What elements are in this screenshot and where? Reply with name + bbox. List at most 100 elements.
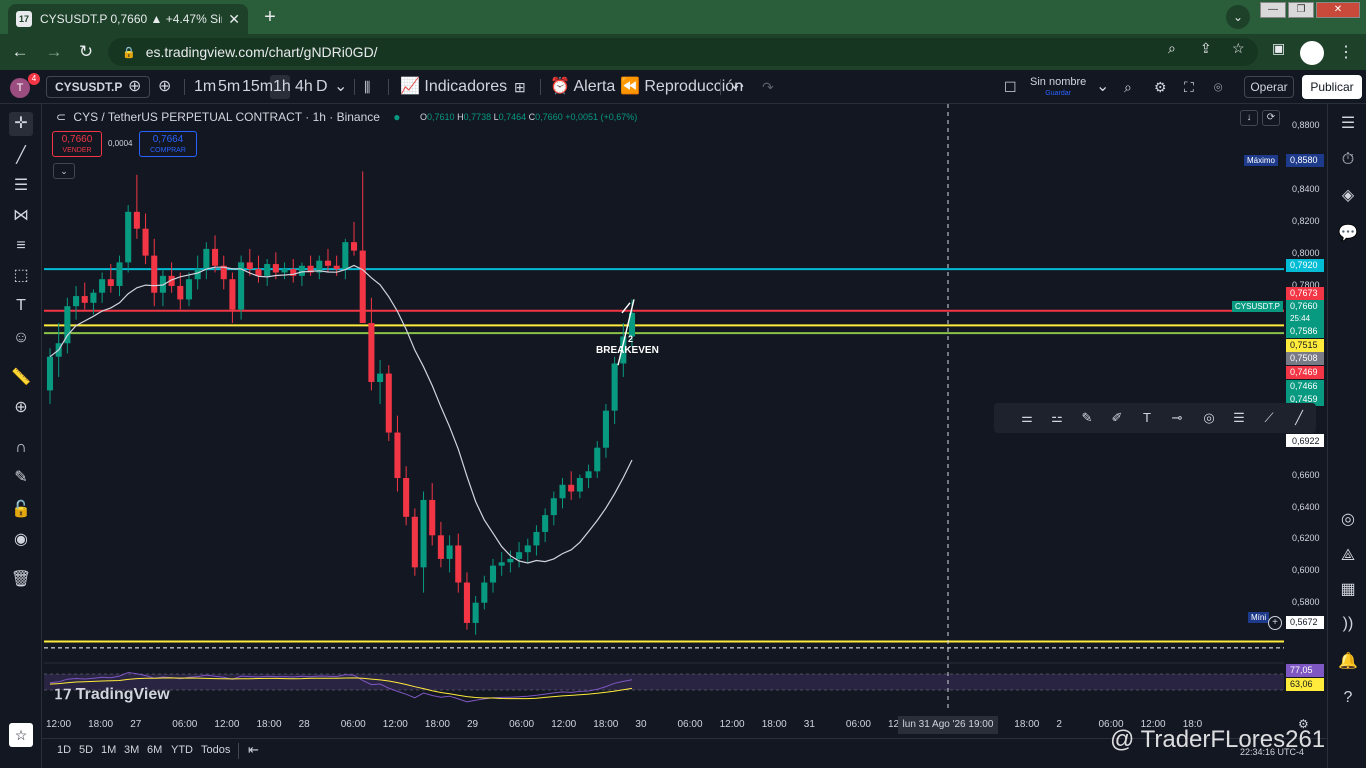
time-tick: 18:00 <box>593 719 619 730</box>
candle-body <box>264 264 271 276</box>
pattern-icon[interactable]: ⋈ <box>9 204 33 228</box>
pencil-icon[interactable]: ✎ <box>1076 407 1098 429</box>
lock-drawings-icon[interactable]: 🔓 <box>9 498 33 522</box>
layers-icon[interactable]: ◈ <box>1336 184 1360 208</box>
price-label: 0,7508 <box>1286 352 1324 365</box>
oscillator-signal-value: 63,06 <box>1286 678 1324 691</box>
broadcast-icon[interactable]: )) <box>1336 612 1360 636</box>
min-label: Míni <box>1248 612 1270 623</box>
time-tick: 12:00 <box>719 719 745 730</box>
change-value: +0,0051 (+0,67%) <box>565 112 638 122</box>
candle-body <box>472 602 479 623</box>
eye-icon[interactable]: ◉ <box>9 528 33 552</box>
candle-body <box>350 242 358 251</box>
time-tick: 30 <box>635 719 647 730</box>
date-range-icon[interactable]: ⇤ <box>248 742 259 758</box>
tv-logo-icon: 𝟣𝟩 <box>54 686 76 702</box>
range-6M[interactable]: 6M <box>147 744 162 756</box>
price-tick: 0,6400 <box>1292 502 1320 512</box>
chart-legend-title[interactable]: ⊂ CYS / TetherUS PERPETUAL CONTRACT · 1h… <box>56 110 401 124</box>
candle-body <box>550 498 557 516</box>
ideas-icon[interactable]: ⟁ <box>1336 544 1360 568</box>
calendar-icon[interactable]: ▦ <box>1336 578 1360 602</box>
candle-body <box>81 296 88 303</box>
reset-chart-icon[interactable]: ⟳ <box>1262 110 1280 126</box>
drawing-tools-sidebar: ✛ ╱ ☰ ⋈ ≡ ⬚ T ☺ 📏 ⊕ ∩ ✎ 🔓 ◉ 🗑 <box>0 104 42 768</box>
sell-button[interactable]: 0,7660 VENDER <box>52 131 102 157</box>
range-3M[interactable]: 3M <box>124 744 139 756</box>
price-tick: 0,6000 <box>1292 565 1320 575</box>
price-label: 0,7466 <box>1286 380 1324 393</box>
ruler-icon[interactable]: 📏 <box>9 366 33 390</box>
legend-collapse-icon[interactable]: ⊂ <box>56 110 66 124</box>
trash-icon[interactable]: 🗑 <box>9 568 33 592</box>
price-tick: 0,8200 <box>1292 216 1320 226</box>
crosshair-icon[interactable]: ✛ <box>9 112 33 136</box>
candle-body <box>446 545 453 559</box>
target-circle-icon[interactable]: ◎ <box>1198 407 1220 429</box>
time-tick: 2 <box>1056 719 1062 730</box>
bar-countdown: 25:44 <box>1286 312 1324 325</box>
text-icon[interactable]: T <box>1136 407 1158 429</box>
time-tick: 18:00 <box>424 719 450 730</box>
text-tool-icon[interactable]: T <box>9 294 33 318</box>
line-endpoint-icon[interactable]: ⊸ <box>1166 407 1188 429</box>
range-1D[interactable]: 1D <box>57 744 71 756</box>
watermark: @ TraderFLores261 <box>1110 726 1326 753</box>
candle-body <box>611 363 618 411</box>
range-5D[interactable]: 5D <box>79 744 93 756</box>
brush-icon[interactable]: ✐ <box>1106 407 1128 429</box>
shape-icon[interactable]: ⬚ <box>9 264 33 288</box>
lines-menu-icon[interactable]: ☰ <box>1228 407 1250 429</box>
magnet-icon[interactable]: ∩ <box>9 436 33 460</box>
candle-body <box>359 250 366 324</box>
candle-body <box>333 265 340 270</box>
candle-body <box>203 248 210 270</box>
alerts-clock-icon[interactable]: ⏱ <box>1336 148 1360 172</box>
favorites-star-icon[interactable]: ☆ <box>9 723 33 747</box>
candle-body <box>507 558 514 563</box>
candle-body <box>324 260 332 266</box>
line-style-icon[interactable]: ⚍ <box>1046 407 1068 429</box>
buy-button[interactable]: 0,7664 COMPRAR <box>139 131 197 157</box>
price-label: 0,7586 <box>1286 325 1324 338</box>
price-tick: 0,8000 <box>1292 248 1320 258</box>
chat-icon[interactable]: 💬 <box>1336 222 1360 246</box>
candle-body <box>576 478 583 492</box>
candle-body <box>481 582 488 603</box>
range-1M[interactable]: 1M <box>101 744 116 756</box>
zoom-in-icon[interactable]: ⊕ <box>9 396 33 420</box>
candle-body <box>342 242 349 270</box>
candle-body <box>298 265 305 276</box>
trendline-icon[interactable]: ╱ <box>1288 407 1310 429</box>
buy-price: 0,7664 <box>152 134 184 145</box>
symbol-description: CYS / TetherUS PERPETUAL CONTRACT · 1h ·… <box>73 110 380 124</box>
tradingview-logo: 𝟣𝟩 TradingView <box>54 686 170 704</box>
price-tick: 0,6200 <box>1292 533 1320 543</box>
pencil-lock-icon[interactable]: ✎ <box>9 466 33 490</box>
candle-body <box>229 279 236 310</box>
price-tick: 0,5800 <box>1292 597 1320 607</box>
range-YTD[interactable]: YTD <box>171 744 193 756</box>
ray-icon[interactable]: ⟋ <box>1258 407 1280 429</box>
trend-line-icon[interactable]: ╱ <box>9 144 33 168</box>
range-all[interactable]: Todos <box>201 744 230 756</box>
time-tick: 12:00 <box>46 719 72 730</box>
time-tick: 29 <box>467 719 479 730</box>
watchlist-icon[interactable]: ☰ <box>1336 112 1360 136</box>
candle-body <box>602 410 609 448</box>
candle-body <box>125 211 132 263</box>
horizontal-lines-icon[interactable]: ☰ <box>9 174 33 198</box>
help-icon[interactable]: ? <box>1336 686 1360 710</box>
open-key: O <box>420 112 428 122</box>
target-icon[interactable]: ◎ <box>1336 508 1360 532</box>
candle-body <box>420 499 427 568</box>
scroll-down-icon[interactable]: ↓ <box>1240 110 1258 126</box>
max-label: Máximo <box>1244 155 1279 166</box>
fib-icon[interactable]: ≡ <box>9 234 33 258</box>
settings-sliders-icon[interactable]: ⚌ <box>1016 407 1038 429</box>
add-alert-plus-icon[interactable]: + <box>1268 616 1282 630</box>
emoji-icon[interactable]: ☺ <box>9 326 33 350</box>
bell-icon[interactable]: 🔔 <box>1336 650 1360 674</box>
legend-toggle-icon[interactable]: ⌄ <box>53 163 75 179</box>
